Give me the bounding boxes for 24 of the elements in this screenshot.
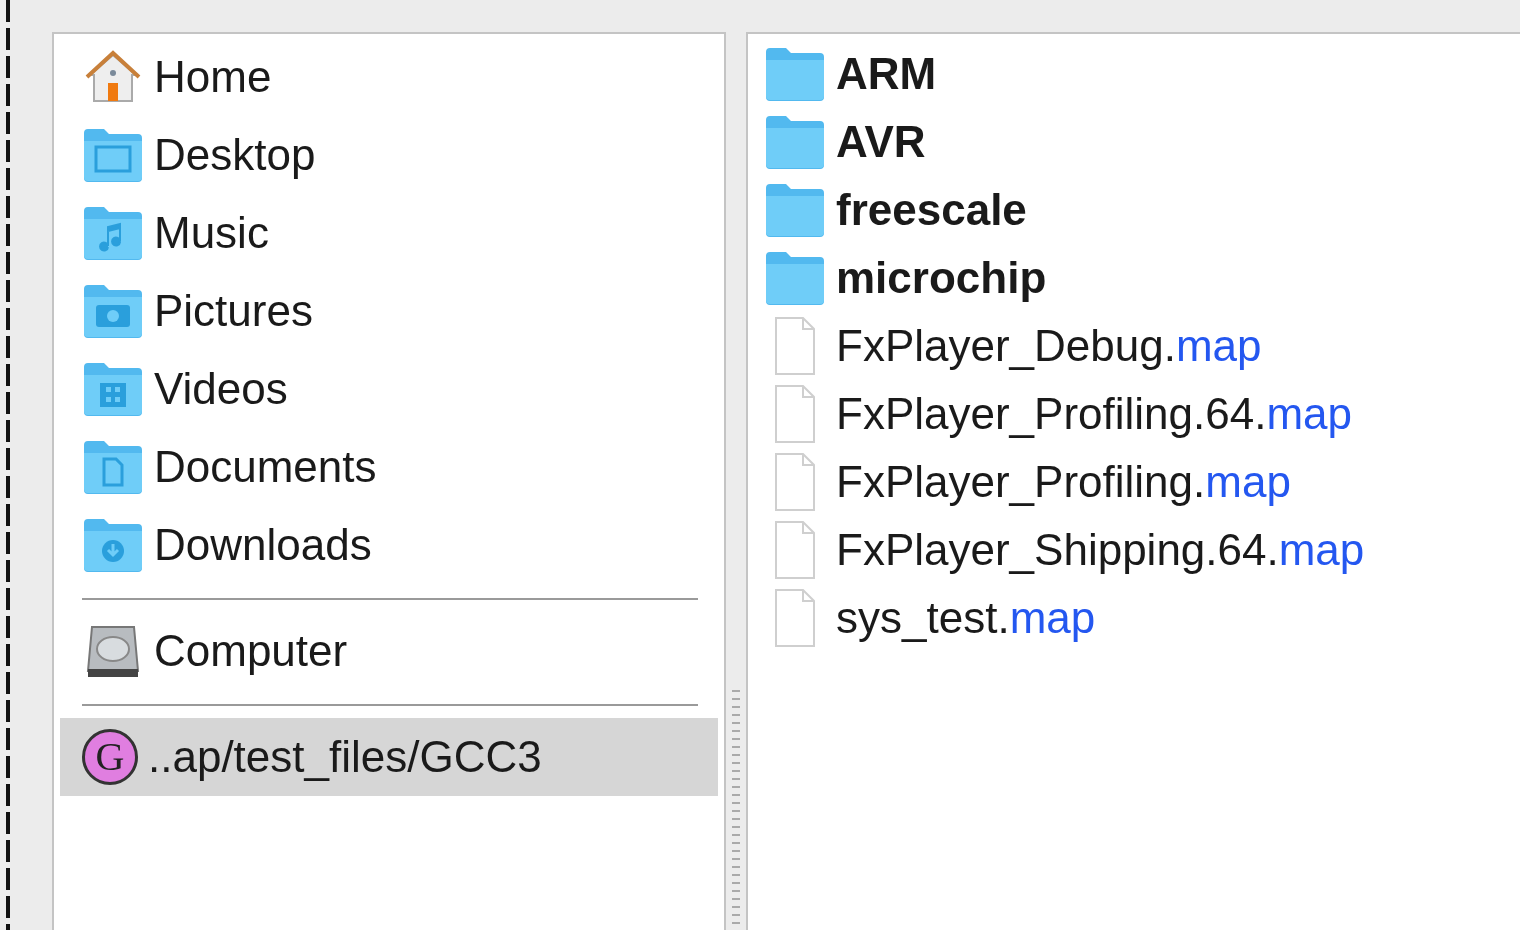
place-item[interactable]: Desktop [60, 116, 718, 194]
file-icon [773, 588, 817, 648]
place-item[interactable]: Computer [60, 612, 718, 690]
file-name[interactable]: freescale [836, 185, 1027, 235]
file-name[interactable]: microchip [836, 253, 1047, 303]
place-item[interactable]: G ..ap/test_files/GCC3 [60, 718, 718, 796]
file-name[interactable]: ARM [836, 49, 937, 99]
place-item[interactable]: Pictures [60, 272, 718, 350]
file-name[interactable]: sys_test.map [836, 593, 1096, 643]
file-name[interactable]: AVR [836, 117, 926, 167]
file-icon [773, 520, 817, 580]
place-item[interactable]: Home [60, 38, 718, 116]
file-name[interactable]: FxPlayer_Profiling.64.map [836, 389, 1352, 439]
file-icon [773, 316, 817, 376]
bookmark-badge: G [82, 729, 138, 785]
place-item[interactable]: Videos [60, 350, 718, 428]
place-item[interactable]: Music [60, 194, 718, 272]
place-item[interactable]: Downloads [60, 506, 718, 584]
file-icon [773, 452, 817, 512]
place-item[interactable]: Documents [60, 428, 718, 506]
file-icon [773, 384, 817, 444]
file-name[interactable]: FxPlayer_Profiling.map [836, 457, 1291, 507]
file-name[interactable]: FxPlayer_Debug.map [836, 321, 1262, 371]
file-name[interactable]: FxPlayer_Shipping.64.map [836, 525, 1365, 575]
